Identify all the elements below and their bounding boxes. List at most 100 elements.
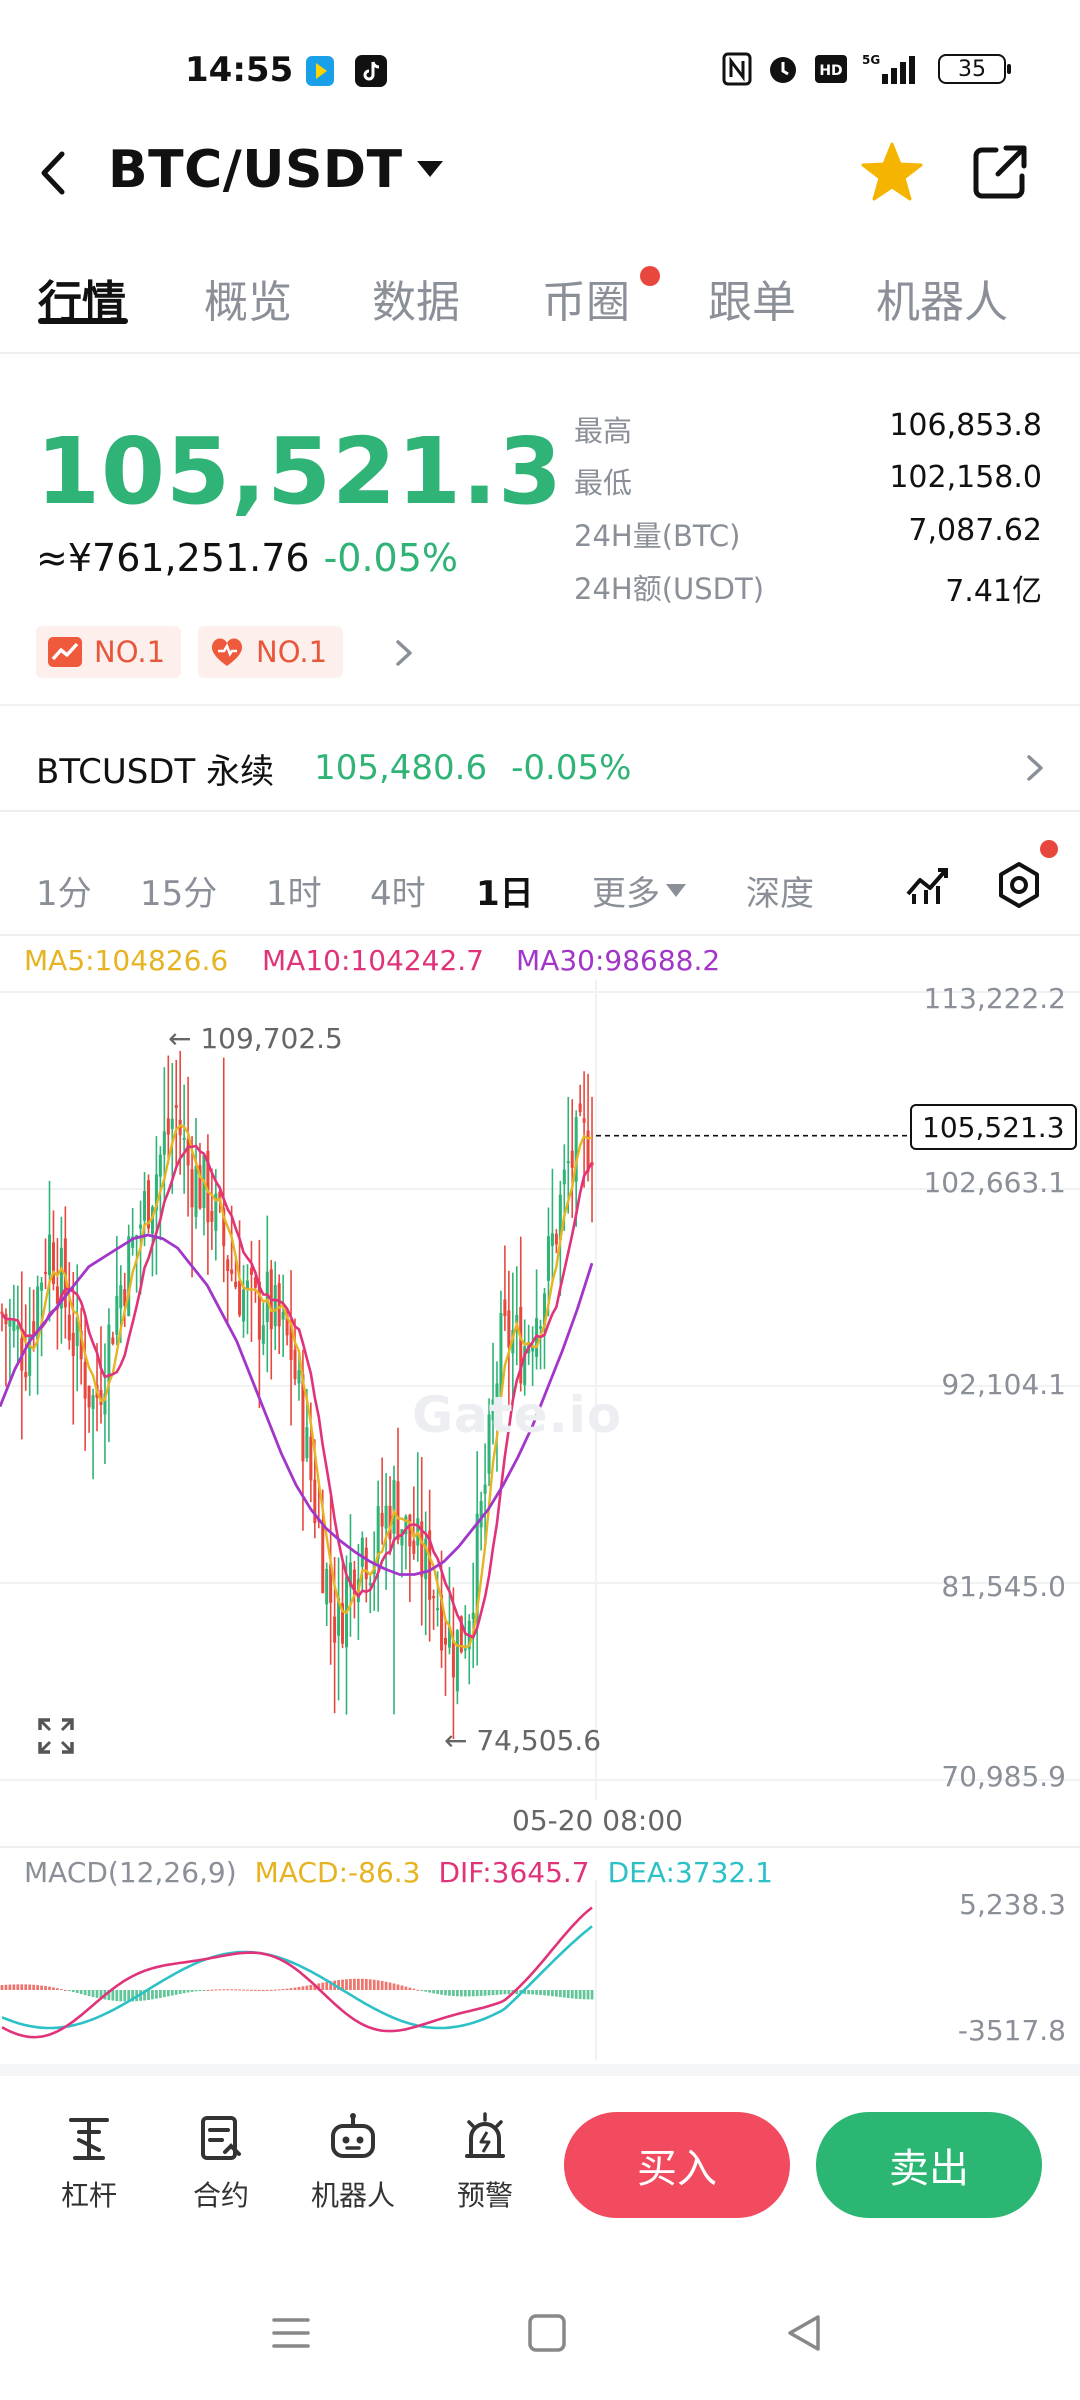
perpetual-name: BTCUSDT 永续: [36, 751, 275, 792]
tab-data[interactable]: 数据: [372, 266, 460, 330]
macd-bar: [273, 1989, 277, 1991]
battery-icon: 35: [938, 54, 1011, 84]
tab-divider: [0, 352, 1080, 354]
perpetual-row[interactable]: BTCUSDT 永续 105,480.6 -0.05%: [36, 740, 1046, 796]
macd-bar: [416, 1989, 420, 1991]
candle-body: [471, 1612, 475, 1619]
badges-more-chevron-icon[interactable]: [392, 636, 416, 670]
interval-1h[interactable]: 1时: [266, 866, 322, 915]
pair-title: BTC/USDT: [108, 140, 403, 200]
macd-bar: [155, 1990, 158, 1999]
buy-button[interactable]: 买入: [564, 2112, 790, 2218]
macd-bar: [91, 1990, 95, 1998]
high-marker: ← 109,702.5: [168, 1022, 343, 1055]
alert-button[interactable]: 预警: [430, 2110, 540, 2214]
macd-bar: [590, 1990, 594, 2000]
back-arrow-icon: [41, 151, 65, 195]
macd-bar: [147, 1990, 150, 2000]
y-axis-tick: 81,545.0: [941, 1570, 1066, 1603]
candle-body: [71, 1332, 75, 1356]
interval-1m[interactable]: 1分: [36, 866, 92, 915]
dea-value: DEA:3732.1: [607, 1856, 773, 1889]
interval-1d[interactable]: 1日: [476, 866, 534, 915]
macd-bar: [503, 1990, 507, 1995]
candle-body: [162, 1131, 166, 1155]
macd-chart[interactable]: [0, 1880, 600, 2060]
macd-bar: [345, 1979, 348, 1990]
candle-body: [479, 1501, 483, 1528]
tab-bots[interactable]: 机器人: [876, 266, 1008, 330]
candle-body: [451, 1640, 455, 1678]
macd-bar: [166, 1990, 170, 1997]
macd-bar: [190, 1990, 194, 1992]
macd-bar: [448, 1990, 451, 1996]
indicator-chart-icon[interactable]: [904, 860, 952, 908]
fullscreen-icon[interactable]: [36, 1716, 76, 1756]
sell-button[interactable]: 卖出: [816, 2112, 1042, 2218]
macd-bar: [174, 1990, 178, 1995]
candle-body: [321, 1522, 325, 1594]
nav-menu-icon[interactable]: [270, 2312, 312, 2354]
macd-bar: [71, 1990, 75, 1992]
candle-body: [261, 1325, 265, 1344]
macd-bar: [202, 1990, 206, 1991]
interval-more-dropdown[interactable]: 更多: [592, 866, 686, 915]
candle-body: [91, 1395, 95, 1409]
candle-body: [578, 1103, 582, 1113]
robot-button[interactable]: 机器人: [298, 2110, 408, 2214]
candle-body: [293, 1349, 297, 1380]
macd-bar: [297, 1987, 301, 1990]
tab-community[interactable]: 币圈: [542, 266, 630, 330]
macd-bar: [372, 1979, 376, 1990]
margin-button[interactable]: 杠杆: [34, 2110, 144, 2214]
macd-bar: [36, 1985, 40, 1990]
pair-selector[interactable]: BTC/USDT: [108, 140, 443, 200]
share-icon[interactable]: [970, 142, 1030, 202]
y-axis-tick: 92,104.1: [941, 1368, 1066, 1401]
macd-bar: [238, 1989, 241, 1991]
rank-badge-gainers[interactable]: NO.1: [36, 626, 182, 678]
back-button[interactable]: [34, 148, 74, 198]
candle-body: [309, 1436, 313, 1481]
macd-bar: [24, 1984, 28, 1990]
macd-bar: [566, 1990, 570, 1999]
depth-tab[interactable]: 深度: [746, 866, 814, 915]
macd-bar: [392, 1983, 396, 1990]
x-axis-label: 05-20 08:00: [512, 1804, 683, 1837]
rank-badge-popular[interactable]: NO.1: [198, 626, 344, 678]
candle-body: [562, 1169, 566, 1185]
candle-body: [376, 1505, 380, 1560]
nav-back-icon[interactable]: [784, 2312, 826, 2354]
candle-body: [182, 1137, 186, 1140]
macd-y-tick: 5,238.3: [959, 1888, 1066, 1921]
macd-bar: [459, 1990, 463, 1997]
macd-bar: [535, 1990, 538, 1995]
macd-bar: [87, 1990, 91, 1997]
candle-body: [582, 1118, 586, 1123]
interval-4h[interactable]: 4时: [370, 866, 426, 915]
tab-copy-trading[interactable]: 跟单: [708, 266, 796, 330]
candle-body: [143, 1191, 147, 1221]
section-divider: [0, 1846, 1080, 1848]
contract-button[interactable]: 合约: [166, 2110, 276, 2214]
candle-body: [368, 1583, 372, 1586]
macd-bar: [218, 1989, 222, 1991]
interval-15m[interactable]: 15分: [140, 866, 217, 915]
macd-bar: [40, 1985, 43, 1990]
candle-body: [277, 1283, 281, 1327]
candle-body: [463, 1648, 467, 1651]
macd-bar: [479, 1990, 483, 1996]
macd-bar: [527, 1990, 531, 1995]
tab-overview[interactable]: 概览: [204, 266, 292, 330]
macd-bar: [170, 1990, 174, 1996]
candle-body: [210, 1210, 214, 1222]
stat-low-label: 最低: [574, 466, 633, 500]
chart-settings-icon[interactable]: [994, 860, 1044, 910]
macd-bar: [388, 1982, 392, 1990]
contract-icon: [201, 2116, 241, 2160]
candle-body: [360, 1537, 364, 1567]
alarm-icon: [770, 57, 796, 83]
macd-bar: [364, 1978, 368, 1990]
favorite-star-icon[interactable]: [860, 140, 924, 204]
nav-home-icon[interactable]: [526, 2312, 568, 2354]
